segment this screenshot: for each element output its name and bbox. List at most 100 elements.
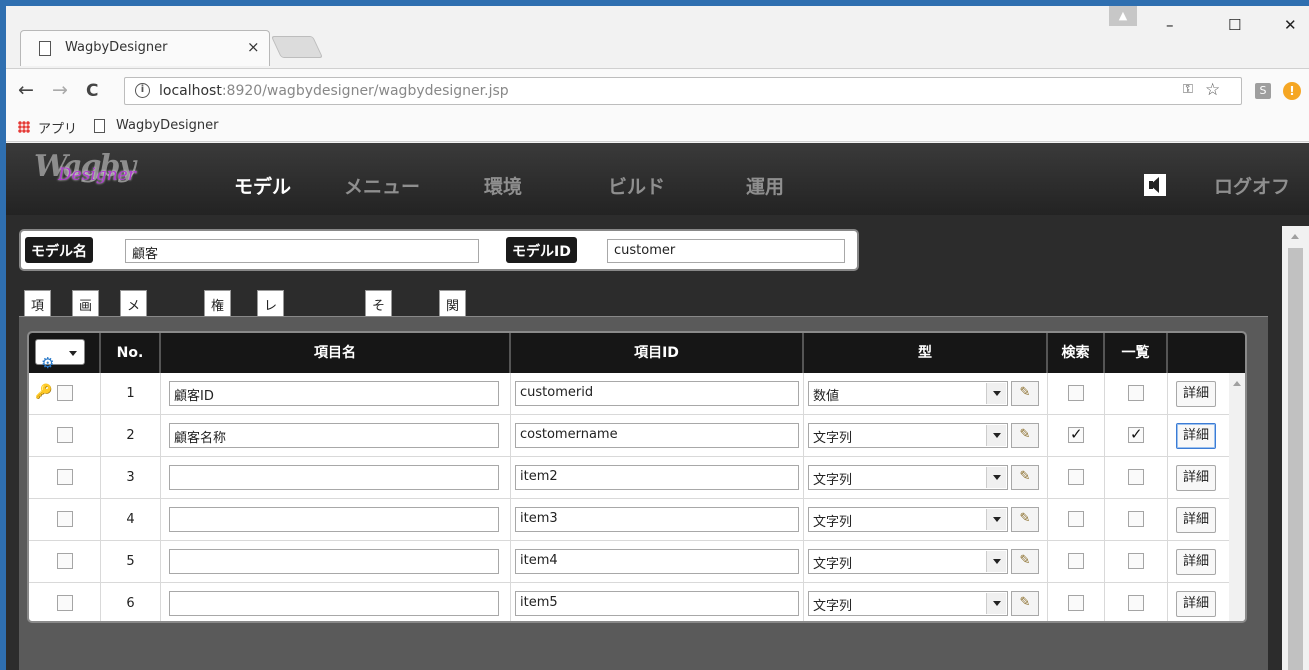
close-window-button[interactable]: ✕: [1284, 16, 1297, 34]
minimize-button[interactable]: –: [1166, 16, 1174, 34]
scroll-up-icon[interactable]: [1233, 381, 1241, 386]
type-select[interactable]: 文字列: [808, 591, 1008, 616]
item-name-cell: 顧客ID: [161, 373, 511, 415]
tab-screen[interactable]: 画面: [72, 290, 100, 333]
item-id-input[interactable]: item2: [515, 465, 799, 490]
item-name-input[interactable]: [169, 591, 499, 616]
list-checkbox[interactable]: [1128, 425, 1144, 443]
row-select-checkbox[interactable]: [57, 385, 73, 401]
detail-button[interactable]: 詳細: [1176, 507, 1216, 533]
row-select-checkbox[interactable]: [57, 469, 73, 485]
type-settings-icon[interactable]: ✎: [1011, 423, 1039, 448]
type-select[interactable]: 文字列: [808, 465, 1008, 490]
nav-environment[interactable]: 環境: [484, 172, 522, 199]
tab-items[interactable]: 項目: [24, 290, 52, 333]
item-name-input[interactable]: [169, 549, 499, 574]
reload-button[interactable]: C: [86, 81, 98, 101]
type-select[interactable]: 数値: [808, 381, 1008, 406]
item-id-input[interactable]: item4: [515, 549, 799, 574]
item-id-input[interactable]: item5: [515, 591, 799, 616]
nav-build[interactable]: ビルド: [608, 172, 665, 199]
model-id-field[interactable]: customer: [607, 239, 845, 263]
type-settings-icon[interactable]: ✎: [1011, 549, 1039, 574]
search-checkbox[interactable]: [1068, 595, 1084, 611]
item-name-input[interactable]: [169, 507, 499, 532]
chevron-down-icon[interactable]: [986, 383, 1006, 404]
nav-menu[interactable]: メニュー: [344, 172, 420, 199]
close-tab-icon[interactable]: ×: [247, 38, 260, 56]
tab-other[interactable]: その他: [365, 290, 393, 352]
bookmark-star-icon[interactable]: ☆: [1205, 80, 1220, 100]
apps-grid-icon[interactable]: [18, 121, 30, 133]
chevron-down-icon[interactable]: [986, 593, 1006, 614]
bookmark-wagbydesigner[interactable]: WagbyDesigner: [116, 118, 218, 133]
type-settings-icon[interactable]: ✎: [1011, 465, 1039, 490]
logoff-link[interactable]: ログオフ: [1214, 172, 1290, 199]
scrollbar-thumb[interactable]: [1288, 248, 1303, 670]
maximize-button[interactable]: ☐: [1228, 16, 1241, 34]
item-name-cell: [161, 499, 511, 541]
tab-permission[interactable]: 権限: [204, 290, 232, 333]
list-checkbox[interactable]: [1128, 553, 1144, 569]
info-icon[interactable]: i: [135, 83, 150, 98]
key-icon[interactable]: ⚿: [1183, 82, 1193, 97]
detail-button[interactable]: 詳細: [1176, 465, 1216, 491]
address-bar[interactable]: i localhost:8920/wagbydesigner/wagbydesi…: [124, 77, 1242, 105]
search-checkbox[interactable]: [1068, 469, 1084, 485]
alert-icon[interactable]: !: [1283, 82, 1301, 100]
item-name-input[interactable]: 顧客名称: [169, 423, 499, 448]
extension-s-icon[interactable]: S: [1255, 83, 1271, 99]
item-id-input[interactable]: item3: [515, 507, 799, 532]
row-select-checkbox[interactable]: [57, 595, 73, 611]
list-checkbox[interactable]: [1128, 511, 1144, 527]
search-checkbox[interactable]: [1068, 425, 1084, 443]
person-icon[interactable]: ▲: [1109, 6, 1137, 26]
new-tab-button[interactable]: [270, 36, 324, 58]
chevron-down-icon[interactable]: [986, 467, 1006, 488]
type-select[interactable]: 文字列: [808, 549, 1008, 574]
bookmark-apps[interactable]: アプリ: [38, 118, 77, 137]
search-checkbox[interactable]: [1068, 511, 1084, 527]
type-settings-icon[interactable]: ✎: [1011, 591, 1039, 616]
grid-scrollbar[interactable]: [1229, 373, 1245, 621]
item-id-input[interactable]: costomername: [515, 423, 799, 448]
list-checkbox[interactable]: [1128, 469, 1144, 485]
search-checkbox[interactable]: [1068, 553, 1084, 569]
tab-relation-diagram[interactable]: 関連図: [439, 290, 467, 352]
table-row: 4 item3 文字列 ✎ 詳細: [29, 499, 1229, 541]
model-name-field[interactable]: 顧客: [125, 239, 479, 263]
type-settings-icon[interactable]: ✎: [1011, 381, 1039, 406]
back-button[interactable]: ←: [18, 79, 34, 101]
tab-mail[interactable]: メール: [120, 290, 148, 352]
chevron-down-icon[interactable]: [986, 509, 1006, 530]
item-name-input[interactable]: [169, 465, 499, 490]
detail-button[interactable]: 詳細: [1176, 549, 1216, 575]
item-id-input[interactable]: customerid: [515, 381, 799, 406]
item-name-cell: 顧客名称: [161, 415, 511, 457]
tab-layout[interactable]: レイアウト: [257, 290, 285, 390]
nav-model[interactable]: モデル: [234, 172, 291, 199]
speaker-icon[interactable]: [1144, 174, 1166, 196]
chevron-down-icon[interactable]: [986, 551, 1006, 572]
bulk-action-select[interactable]: ⚙: [35, 339, 85, 372]
page-scrollbar[interactable]: [1282, 226, 1309, 670]
detail-button[interactable]: 詳細: [1176, 591, 1216, 617]
type-select[interactable]: 文字列: [808, 423, 1008, 448]
row-number: 1: [126, 386, 135, 401]
type-select[interactable]: 文字列: [808, 507, 1008, 532]
row-select-checkbox[interactable]: [57, 427, 73, 443]
browser-tab[interactable]: WagbyDesigner ×: [20, 30, 270, 66]
item-name-input[interactable]: 顧客ID: [169, 381, 499, 406]
chevron-down-icon[interactable]: [986, 425, 1006, 446]
row-select-checkbox[interactable]: [57, 511, 73, 527]
detail-button[interactable]: 詳細: [1176, 381, 1216, 407]
nav-operation[interactable]: 運用: [746, 172, 784, 199]
list-checkbox[interactable]: [1128, 595, 1144, 611]
list-checkbox[interactable]: [1128, 385, 1144, 401]
detail-button[interactable]: 詳細: [1176, 423, 1216, 449]
row-select-checkbox[interactable]: [57, 553, 73, 569]
forward-button[interactable]: →: [52, 79, 68, 101]
search-checkbox[interactable]: [1068, 385, 1084, 401]
type-settings-icon[interactable]: ✎: [1011, 507, 1039, 532]
scroll-up-icon[interactable]: [1291, 234, 1299, 239]
